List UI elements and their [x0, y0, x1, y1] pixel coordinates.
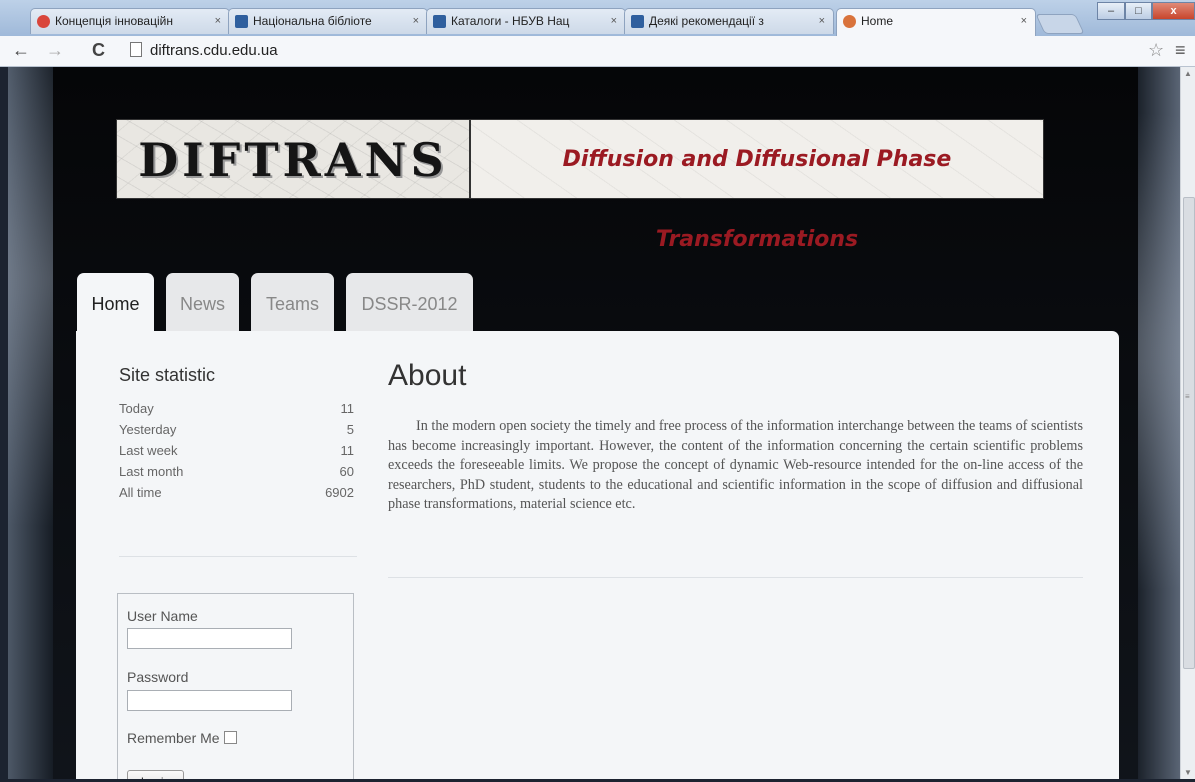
tab-close-icon[interactable]: × — [611, 9, 617, 33]
nav-tab-dssr-2012[interactable]: DSSR-2012 — [346, 273, 473, 331]
tab-favicon-icon — [631, 15, 644, 28]
close-window-button[interactable]: x — [1152, 2, 1195, 20]
stat-value-yesterday: 5 — [346, 422, 354, 437]
tab-close-icon[interactable]: × — [1021, 9, 1027, 33]
remember-me-label: Remember Me — [127, 730, 220, 746]
remember-me-row: Remember Me — [127, 730, 237, 746]
tab-title: Каталоги - НБУВ Нац — [451, 14, 570, 28]
login-form: User Name Password Remember Me Login — [117, 593, 354, 779]
tab-favicon-icon — [235, 15, 248, 28]
content-panel: Site statistic Today 11 Yesterday 5 Last… — [76, 331, 1119, 779]
login-button[interactable]: Login — [127, 770, 184, 779]
about-text: In the modern open society the timely an… — [388, 418, 1083, 513]
tab-close-icon[interactable]: × — [819, 9, 825, 33]
tab-close-icon[interactable]: × — [413, 9, 419, 33]
tab-favicon-icon — [37, 15, 50, 28]
stat-label-yesterday: Yesterday — [119, 422, 177, 437]
stat-value-last-month: 60 — [339, 464, 354, 479]
tab-favicon-icon — [843, 15, 856, 28]
tab-close-icon[interactable]: × — [215, 9, 221, 33]
stat-label-today: Today — [119, 401, 154, 416]
stat-label-last-month: Last month — [119, 464, 184, 479]
nav-tab-teams[interactable]: Teams — [251, 273, 334, 331]
scroll-up-icon[interactable]: ▲ — [1184, 69, 1192, 78]
tab-title: Концепція інноваційн — [55, 14, 173, 28]
sidebar-divider — [119, 556, 357, 557]
forward-icon[interactable]: → — [46, 40, 64, 61]
about-title: About — [388, 359, 467, 392]
bookmark-star-icon[interactable]: ☆ — [1148, 40, 1164, 61]
scroll-grip-icon: ≡ — [1185, 392, 1190, 401]
stat-value-all-time: 6902 — [325, 485, 354, 500]
browser-tab-1[interactable]: Концепція інноваційн × — [30, 8, 230, 34]
back-icon[interactable]: ← — [12, 40, 30, 61]
browser-tab-2[interactable]: Національна бібліоте × — [228, 8, 428, 34]
page-viewport: DIFTRANS Diffusion and Diffusional Phase… — [8, 67, 1180, 779]
scroll-down-icon[interactable]: ▼ — [1184, 768, 1192, 777]
stat-value-today: 11 — [340, 401, 355, 416]
site-logo[interactable]: DIFTRANS — [116, 119, 470, 199]
page-icon — [130, 42, 142, 57]
content-divider — [388, 577, 1083, 578]
username-input[interactable] — [127, 628, 292, 649]
browser-toolbar: ← → C diftrans.cdu.edu.ua ☆ ≡ — [0, 36, 1195, 67]
menu-icon[interactable]: ≡ — [1175, 40, 1186, 61]
tab-title: Home — [861, 14, 894, 28]
banner-subtitle: Diffusion and Diffusional Phase Transfor… — [562, 147, 952, 252]
minimize-button[interactable]: – — [1097, 2, 1125, 20]
stat-value-last-week: 11 — [340, 443, 355, 458]
username-label: User Name — [127, 608, 198, 624]
address-url: diftrans.cdu.edu.ua — [150, 42, 278, 59]
browser-titlebar: Концепція інноваційн × Національна біблі… — [0, 0, 1195, 36]
tab-title: Національна бібліоте — [253, 14, 372, 28]
site-banner: Diffusion and Diffusional Phase Transfor… — [470, 119, 1044, 252]
tab-favicon-icon — [433, 15, 446, 28]
stat-label-all-time: All time — [119, 485, 162, 500]
browser-tab-3[interactable]: Каталоги - НБУВ Нац × — [426, 8, 626, 34]
maximize-button[interactable]: □ — [1125, 2, 1152, 20]
logo-text: DIFTRANS — [138, 133, 448, 187]
scrollbar-thumb[interactable] — [1183, 197, 1195, 669]
address-bar[interactable]: diftrans.cdu.edu.ua — [130, 40, 1160, 62]
tab-title: Деякі рекомендації з — [649, 14, 764, 28]
browser-tab-4[interactable]: Деякі рекомендації з × — [624, 8, 834, 34]
password-input[interactable] — [127, 690, 292, 711]
new-tab-button[interactable] — [1035, 14, 1085, 34]
nav-tab-news[interactable]: News — [166, 273, 239, 331]
vertical-scrollbar[interactable]: ▲ ≡ ▼ — [1180, 67, 1195, 779]
reload-icon[interactable]: C — [92, 40, 105, 61]
stat-label-last-week: Last week — [119, 443, 178, 458]
nav-tab-home[interactable]: Home — [77, 273, 154, 335]
password-label: Password — [127, 669, 189, 685]
browser-tab-active[interactable]: Home × — [836, 8, 1036, 36]
remember-me-checkbox[interactable] — [223, 731, 237, 744]
stats-title: Site statistic — [119, 365, 216, 385]
